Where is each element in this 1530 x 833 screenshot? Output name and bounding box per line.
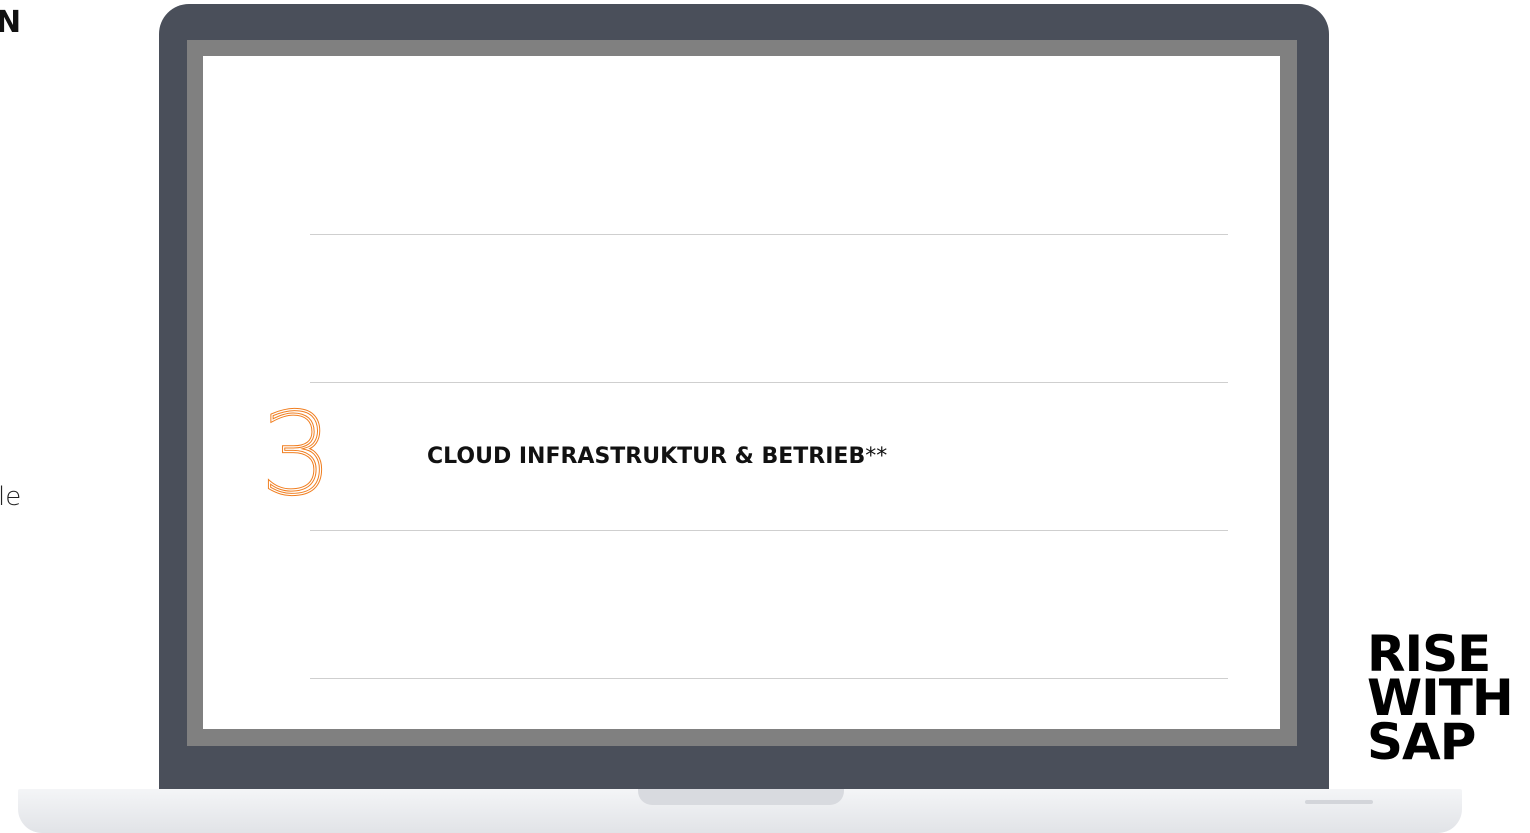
laptop-base bbox=[18, 789, 1462, 833]
laptop-display: 3 3 CLOUD INFRASTRUKTUR & BETRIEB ** bbox=[159, 4, 1329, 799]
step-number-three-icon: 3 3 bbox=[259, 405, 329, 505]
step-title-footnote-mark: ** bbox=[865, 443, 888, 469]
step-title-text: CLOUD INFRASTRUKTUR & BETRIEB bbox=[427, 443, 866, 469]
screen-bezel: 3 3 CLOUD INFRASTRUKTUR & BETRIEB ** bbox=[187, 40, 1297, 746]
cropped-body-text: le bbox=[0, 482, 22, 512]
divider-line bbox=[310, 234, 1228, 235]
step-title: CLOUD INFRASTRUKTUR & BETRIEB ** bbox=[427, 436, 887, 476]
step-number-inner: 3 bbox=[261, 405, 329, 505]
rise-with-sap-logo: RISE WITH SAP bbox=[1367, 629, 1527, 767]
divider-line bbox=[310, 382, 1228, 383]
screen-content: 3 3 CLOUD INFRASTRUKTUR & BETRIEB ** bbox=[203, 56, 1280, 729]
laptop-base-notch bbox=[638, 789, 844, 805]
cropped-heading: N bbox=[0, 5, 22, 40]
divider-line bbox=[310, 678, 1228, 679]
divider-line bbox=[310, 530, 1228, 531]
laptop-base-slot bbox=[1305, 800, 1373, 804]
